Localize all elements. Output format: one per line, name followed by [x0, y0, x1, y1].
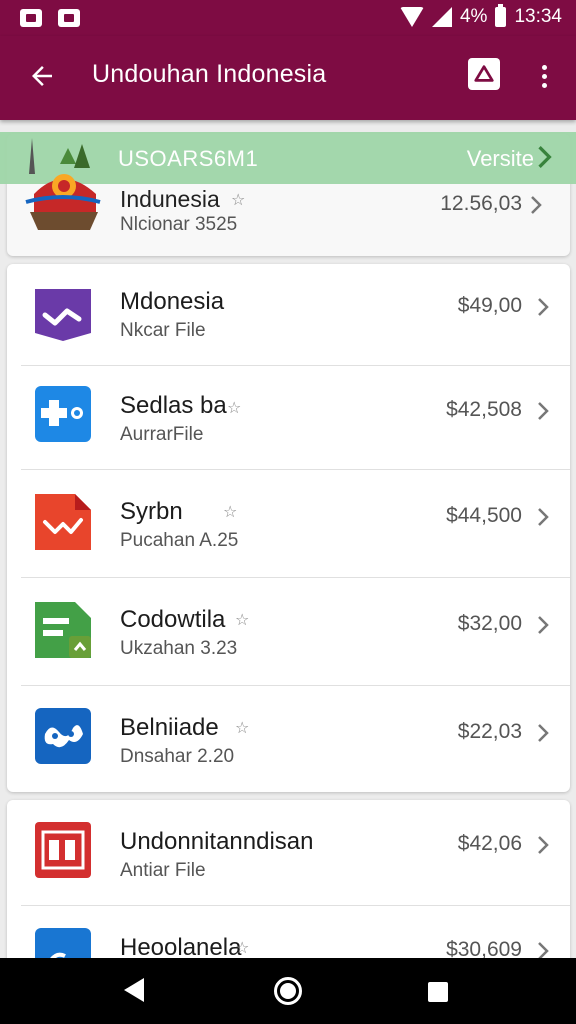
item-title: Syrbn: [120, 498, 183, 525]
signal-icon: [431, 7, 452, 27]
item-subtitle: Antiar File: [120, 860, 206, 881]
item-price: $44,500: [446, 504, 522, 527]
app-list-card: Mdonesia Nkcar File $49,00 Sedlas ba ☆ A…: [7, 264, 570, 792]
nav-home-button[interactable]: [274, 977, 302, 1005]
item-subtitle: Nkcar File: [120, 320, 206, 341]
notification-icon: [20, 9, 42, 27]
chevron-right-icon: [538, 616, 549, 634]
star-icon: ☆: [235, 612, 250, 629]
app-bar: Undouhan Indonesia: [0, 36, 576, 120]
chevron-right-icon: [538, 146, 552, 168]
item-subtitle: Ukzahan 3.23: [120, 638, 238, 659]
item-subtitle: AurrarFile: [120, 424, 204, 445]
system-navigation-bar: [0, 958, 576, 1024]
nav-back-button[interactable]: [124, 978, 144, 1002]
clock: 13:34: [514, 6, 562, 27]
nav-recents-button[interactable]: [428, 982, 448, 1002]
list-item[interactable]: Syrbn ☆ Pucahan A.25 $44,500: [7, 470, 570, 578]
banner-code: USOARS6M1: [118, 146, 259, 171]
featured-price: 12.56,03: [440, 192, 522, 215]
list-item[interactable]: Sedlas ba ☆ AurrarFile $42,508: [7, 366, 570, 470]
arrow-left-icon: [32, 66, 52, 86]
back-button[interactable]: [22, 56, 62, 96]
item-price: $49,00: [457, 294, 522, 317]
red-chart-icon: [35, 494, 91, 550]
banner-version-label: Versite: [466, 146, 534, 171]
more-vert-icon: [541, 64, 547, 70]
chevron-right-icon: [538, 508, 549, 526]
list-item[interactable]: Codowtila ☆ Ukzahan 3.23 $32,00: [7, 578, 570, 686]
chevron-right-icon: [538, 836, 549, 854]
item-price: $42,06: [457, 832, 522, 855]
star-icon: ☆: [223, 504, 238, 521]
red-office-icon: [35, 822, 91, 878]
chevron-right-icon: [538, 402, 549, 420]
item-price: $22,03: [457, 720, 522, 743]
star-icon: ☆: [235, 940, 250, 957]
notification-icon: [58, 9, 80, 27]
page-title: Undouhan Indonesia: [92, 60, 327, 88]
item-title: Belniiade: [120, 714, 219, 741]
featured-subtitle: Nlcionar 3525: [120, 214, 238, 235]
chevron-right-icon: [531, 196, 542, 214]
item-price: $42,508: [446, 398, 522, 421]
wifi-icon: [399, 7, 424, 27]
list-item[interactable]: Belniiade ☆ Dnsahar 2.20 $22,03: [7, 686, 570, 792]
green-sheet-icon: [35, 602, 91, 658]
battery-icon: [495, 4, 507, 27]
star-icon: ☆: [227, 400, 242, 417]
item-subtitle: Dnsahar 2.20: [120, 746, 235, 767]
star-icon: ☆: [231, 192, 246, 209]
item-title: Mdonesia: [120, 288, 225, 315]
blue-map-icon: [35, 708, 91, 764]
purple-check-icon: [35, 289, 91, 341]
list-item[interactable]: Mdonesia Nkcar File $49,00: [7, 264, 570, 366]
battery-percent: 4%: [459, 6, 488, 27]
item-price: $32,00: [457, 612, 522, 635]
star-icon: ☆: [235, 720, 250, 737]
status-bar: 4% 13:34: [0, 0, 576, 36]
item-title: Undonnitanndisan: [120, 828, 314, 855]
chevron-right-icon: [538, 724, 549, 742]
more-options-button[interactable]: [530, 58, 558, 94]
drive-icon: [474, 65, 494, 82]
featured-title: Indunesia: [120, 186, 220, 212]
list-item[interactable]: Undonnitanndisan Antiar File $42,06: [7, 800, 570, 906]
blue-share-icon: [35, 386, 91, 442]
item-title: Sedlas ba: [120, 392, 227, 419]
app-list-card: Undonnitanndisan Antiar File $42,06 Heoo…: [7, 800, 570, 984]
indonesia-logo-icon: [25, 138, 101, 230]
drive-button[interactable]: [468, 58, 500, 90]
item-title: Codowtila: [120, 606, 226, 633]
item-subtitle: Pucahan A.25: [120, 530, 239, 551]
chevron-right-icon: [538, 298, 549, 316]
